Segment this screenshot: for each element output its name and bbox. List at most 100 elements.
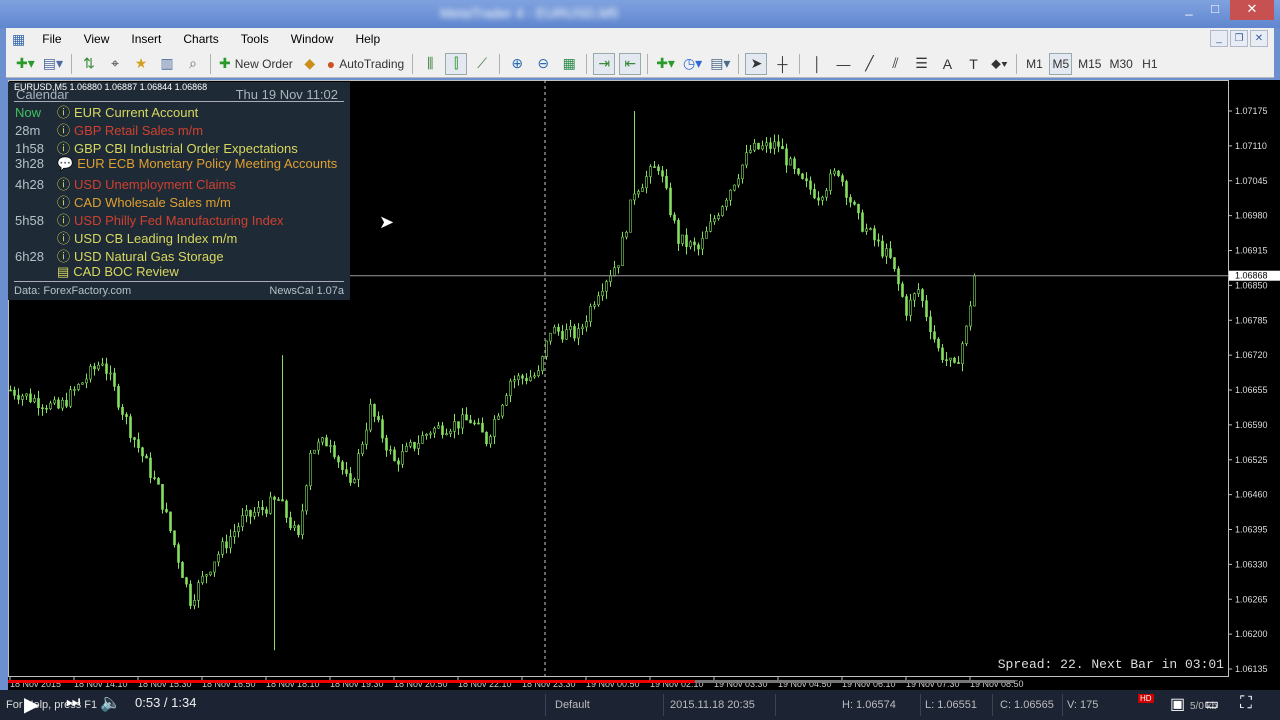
fibonacci-icon[interactable]: ☰: [910, 53, 932, 75]
vertical-line-icon[interactable]: │: [806, 53, 828, 75]
candle-body: [113, 372, 116, 387]
event-time: 28m: [15, 123, 41, 138]
candle-body: [885, 248, 888, 257]
y-tick-label: 1.06135: [1235, 664, 1268, 674]
timeframe-m1[interactable]: M1: [1023, 53, 1045, 75]
candle-body: [513, 379, 516, 382]
candle-body: [137, 439, 140, 449]
text-icon[interactable]: A: [936, 53, 958, 75]
terminal-icon[interactable]: ▥: [156, 53, 178, 75]
periods-icon[interactable]: ◷▾: [681, 53, 704, 75]
candle-body: [537, 370, 540, 377]
candle-body: [425, 434, 428, 436]
timeframe-m5[interactable]: M5: [1049, 52, 1073, 75]
candle-body: [789, 158, 792, 166]
title-bar: MetaTrader 4 - EURUSD,M5 _ □ ✕: [0, 0, 1280, 28]
play-icon[interactable]: ▶: [24, 692, 39, 717]
minimize-button[interactable]: _: [1176, 0, 1202, 20]
navigator-icon[interactable]: ★: [130, 53, 152, 75]
close-button[interactable]: ✕: [1230, 0, 1274, 20]
next-icon[interactable]: ⏭: [66, 694, 80, 712]
chart-shift-icon[interactable]: ⇤: [619, 52, 642, 75]
calendar-event: 28m ⓘ GBP Retail Sales m/m: [15, 120, 203, 138]
templates-icon[interactable]: ▤▾: [708, 53, 732, 75]
candle-body: [725, 199, 728, 207]
menu-insert[interactable]: Insert: [120, 32, 172, 46]
metaeditor-icon[interactable]: ◆: [299, 53, 321, 75]
fullscreen-icon[interactable]: ⛶: [1240, 693, 1252, 713]
new-order-icon: ✚: [219, 55, 231, 71]
candle-body: [465, 414, 468, 421]
menu-view[interactable]: View: [73, 32, 121, 46]
video-time: 0:53 / 1:34: [135, 695, 197, 710]
equidistant-channel-icon[interactable]: ⫽: [884, 53, 906, 75]
text-label-icon[interactable]: T: [962, 53, 984, 75]
profiles-icon[interactable]: ▤▾: [41, 53, 65, 75]
market-watch-icon[interactable]: ⇅: [78, 53, 100, 75]
event-time: 1h58: [15, 141, 44, 156]
line-chart-icon[interactable]: ⟋: [471, 53, 493, 75]
arrows-icon[interactable]: ⬥▾: [988, 53, 1010, 75]
event-title: USD CB Leading Index m/m: [74, 231, 238, 246]
candle-body: [541, 356, 544, 372]
candle-body: [741, 164, 744, 180]
menu-charts[interactable]: Charts: [172, 32, 229, 46]
candle-body: [293, 525, 296, 529]
trendline-icon[interactable]: ╱: [858, 53, 880, 75]
volume-icon[interactable]: 🔈: [100, 693, 121, 713]
miniplayer-icon[interactable]: ▣: [1170, 694, 1185, 714]
mdi-minimize-button[interactable]: _: [1210, 30, 1228, 47]
candle-body: [193, 600, 196, 606]
current-price-label: 1.06868: [1235, 271, 1268, 281]
candle-body: [337, 456, 340, 463]
timeframe-h1[interactable]: H1: [1139, 53, 1161, 75]
theater-icon[interactable]: ▭: [1204, 694, 1219, 714]
menu-tools[interactable]: Tools: [230, 32, 280, 46]
candle-body: [281, 499, 284, 502]
indicators-icon[interactable]: ✚▾: [654, 53, 677, 75]
timeframe-m30[interactable]: M30: [1107, 53, 1134, 75]
candle-body: [597, 295, 600, 306]
timeframe-m15[interactable]: M15: [1076, 53, 1103, 75]
new-order-button[interactable]: ✚ New Order: [217, 53, 295, 75]
candle-body: [881, 240, 884, 257]
menu-window[interactable]: Window: [280, 32, 345, 46]
candle-body: [461, 414, 464, 429]
candle-body: [809, 180, 812, 190]
y-tick-label: 1.06395: [1235, 525, 1268, 535]
data-window-icon[interactable]: ⌖: [104, 53, 126, 75]
candle-body: [925, 300, 928, 318]
candle-body: [217, 554, 220, 563]
candle-body: [637, 191, 640, 195]
candle-body: [901, 283, 904, 297]
cursor-icon[interactable]: ➤: [745, 52, 768, 75]
candle-body: [661, 170, 664, 177]
chart-symbol-line: EURUSD,M5 1.06880 1.06887 1.06844 1.0686…: [14, 82, 208, 92]
mdi-close-button[interactable]: ✕: [1250, 30, 1268, 47]
zoom-out-icon[interactable]: ⊖: [532, 53, 554, 75]
y-tick-label: 1.06720: [1235, 350, 1268, 360]
maximize-button[interactable]: □: [1202, 0, 1228, 20]
y-tick-label: 1.06980: [1235, 211, 1268, 221]
calendar-event: Now ⓘ EUR Current Account: [15, 102, 198, 120]
y-tick-label: 1.06850: [1235, 280, 1268, 290]
candle-body: [437, 425, 440, 429]
candlestick-icon[interactable]: ⫿: [445, 52, 468, 75]
horizontal-line-icon[interactable]: ―: [832, 53, 854, 75]
speech-icon: 💬: [57, 156, 74, 171]
menu-help[interactable]: Help: [344, 32, 391, 46]
autotrading-button[interactable]: ● AutoTrading: [325, 53, 406, 75]
zoom-in-icon[interactable]: ⊕: [506, 53, 528, 75]
menu-file[interactable]: File: [31, 32, 72, 46]
crosshair-icon[interactable]: ┼: [771, 53, 793, 75]
bar-chart-icon[interactable]: ⫼: [419, 53, 441, 75]
candle-body: [865, 228, 868, 232]
mdi-restore-button[interactable]: ❐: [1230, 30, 1248, 47]
auto-scroll-icon[interactable]: ⇥: [593, 52, 616, 75]
new-chart-icon[interactable]: ✚▾: [14, 53, 37, 75]
candle-body: [149, 457, 152, 478]
strategy-tester-icon[interactable]: ⌕: [182, 53, 204, 75]
hd-badge[interactable]: HD: [1138, 694, 1154, 703]
tile-windows-icon[interactable]: ▦: [558, 53, 580, 75]
candle-body: [277, 499, 280, 501]
